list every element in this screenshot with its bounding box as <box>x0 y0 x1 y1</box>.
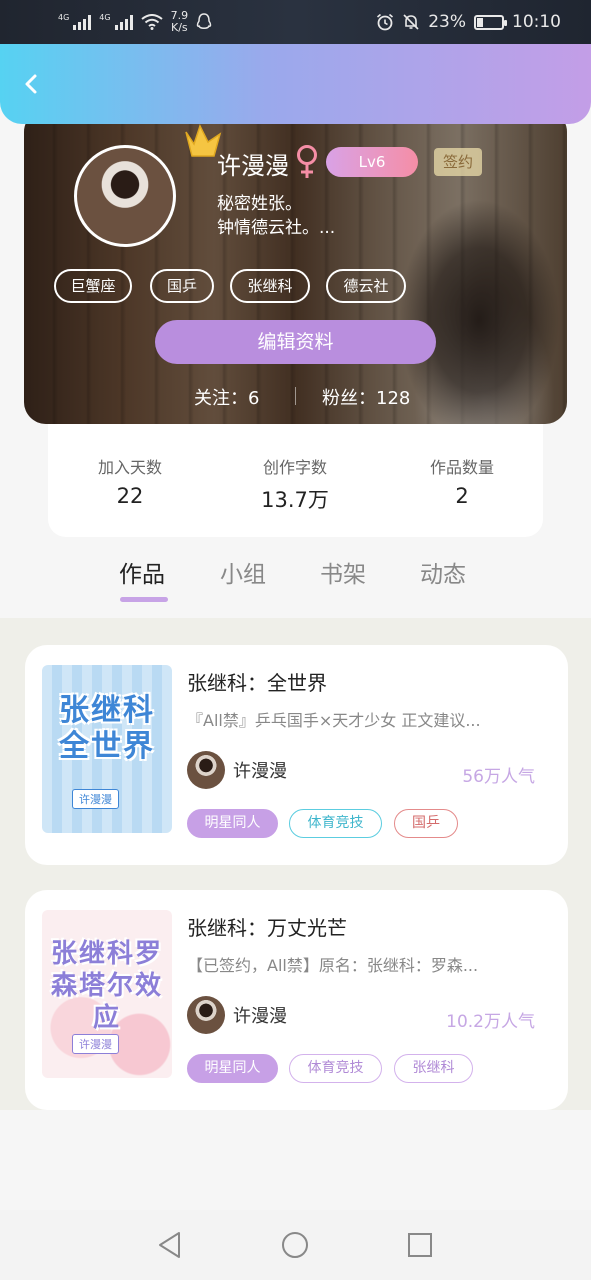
cover-author: 许漫漫 <box>72 789 119 809</box>
signed-badge: 签约 <box>434 148 482 176</box>
profile-bio: 秘密姓张。 钟情德云社。... <box>217 192 335 240</box>
header-bar <box>0 44 591 124</box>
following-count[interactable]: 关注：6 <box>194 384 259 410</box>
cover-title: 张继科全世界 <box>59 693 155 764</box>
author-name: 许漫漫 <box>233 761 287 782</box>
profile-avatar[interactable] <box>74 145 176 247</box>
stat-value: 2 <box>455 484 469 508</box>
book-tag[interactable]: 张继科 <box>394 1054 473 1083</box>
tab-works[interactable]: 作品 <box>119 555 165 589</box>
stat-works-count: 作品数量 2 <box>382 454 542 508</box>
system-nav-bar <box>0 1210 591 1280</box>
author-name: 许漫漫 <box>233 1006 287 1027</box>
female-icon <box>297 145 317 178</box>
status-right: 23% 10:10 <box>376 12 561 32</box>
stat-word-count: 创作字数 13.7万 <box>215 454 375 514</box>
book-author: 许漫漫 <box>187 751 287 789</box>
stats-card: 加入天数 22 创作字数 13.7万 作品数量 2 <box>48 424 543 537</box>
network-type-2: 4G <box>99 13 111 22</box>
network-speed: 7.9 K/s <box>171 10 189 34</box>
fans-count[interactable]: 粉丝：128 <box>322 384 410 410</box>
tab-groups[interactable]: 小组 <box>220 555 266 589</box>
nav-recents-icon[interactable] <box>405 1230 435 1260</box>
profile-tag[interactable]: 国乒 <box>150 269 214 303</box>
profile-name: 许漫漫 <box>217 152 289 180</box>
battery-icon <box>474 14 507 30</box>
book-tag[interactable]: 明星同人 <box>187 809 278 838</box>
stat-label: 创作字数 <box>262 458 327 477</box>
signal-icon-1: 4G <box>58 13 92 30</box>
popularity-count: 56万人气 <box>462 767 535 787</box>
book-cover[interactable]: 张继科罗森塔尔效应 许漫漫 <box>42 910 172 1078</box>
book-card[interactable]: 张继科罗森塔尔效应 许漫漫 张继科：万丈光芒 【已签约，All禁】原名：张继科：… <box>25 890 568 1110</box>
book-title[interactable]: 张继科：万丈光芒 <box>187 912 347 941</box>
stat-label: 加入天数 <box>97 458 162 477</box>
book-cover[interactable]: 张继科全世界 许漫漫 <box>42 665 172 833</box>
clock: 10:10 <box>512 12 561 32</box>
bio-line-1: 秘密姓张。 <box>217 194 302 214</box>
tab-bookshelf[interactable]: 书架 <box>320 555 366 589</box>
back-icon[interactable] <box>18 70 46 98</box>
nav-back-icon[interactable] <box>155 1230 185 1260</box>
cover-author: 许漫漫 <box>72 1034 119 1054</box>
popularity-count: 10.2万人气 <box>446 1012 535 1032</box>
book-author: 许漫漫 <box>187 996 287 1034</box>
stat-join-days: 加入天数 22 <box>50 454 210 508</box>
qq-icon <box>196 13 212 29</box>
network-type-1: 4G <box>58 13 70 22</box>
cover-title: 张继科罗森塔尔效应 <box>50 939 163 1033</box>
content-tabs: 作品 小组 书架 动态 <box>0 540 591 618</box>
book-tag[interactable]: 国乒 <box>394 809 458 838</box>
profile-tag[interactable]: 德云社 <box>326 269 406 303</box>
divider <box>295 387 296 405</box>
level-badge: Lv6 <box>326 147 418 177</box>
profile-tag[interactable]: 张继科 <box>230 269 310 303</box>
speed-unit: K/s <box>171 21 188 34</box>
stat-value: 22 <box>116 484 144 508</box>
profile-hero-card: 许漫漫 Lv6 签约 秘密姓张。 钟情德云社。... 巨蟹座 国乒 张继科 德云… <box>24 110 567 424</box>
author-avatar <box>187 996 225 1034</box>
stat-value: 13.7万 <box>261 488 329 512</box>
nav-home-icon[interactable] <box>280 1230 310 1260</box>
battery-percent: 23% <box>428 12 466 32</box>
book-description: 【已签约，All禁】原名：张继科：罗森... <box>187 956 479 975</box>
status-bar: 4G 4G 7.9 K/s 23% 10:10 <box>0 0 591 44</box>
book-tag[interactable]: 体育竞技 <box>289 809 382 838</box>
book-description: 『All禁』乒乓国手×天才少女 正文建议... <box>187 711 481 730</box>
profile-tag[interactable]: 巨蟹座 <box>54 269 132 303</box>
mute-icon <box>403 14 419 30</box>
bio-line-2: 钟情德云社。... <box>217 218 336 238</box>
edit-profile-button[interactable]: 编辑资料 <box>155 320 436 364</box>
stat-label: 作品数量 <box>429 458 494 477</box>
book-title[interactable]: 张继科：全世界 <box>187 667 327 696</box>
status-left: 4G 4G 7.9 K/s <box>58 10 212 34</box>
wifi-icon <box>140 14 163 30</box>
active-tab-indicator <box>120 597 168 602</box>
author-avatar <box>187 751 225 789</box>
signal-icon-2: 4G <box>99 13 133 30</box>
tab-activity[interactable]: 动态 <box>420 555 466 589</box>
alarm-icon <box>377 13 394 31</box>
book-tag[interactable]: 明星同人 <box>187 1054 278 1083</box>
book-card[interactable]: 张继科全世界 许漫漫 张继科：全世界 『All禁』乒乓国手×天才少女 正文建议.… <box>25 645 568 865</box>
book-tag[interactable]: 体育竞技 <box>289 1054 382 1083</box>
